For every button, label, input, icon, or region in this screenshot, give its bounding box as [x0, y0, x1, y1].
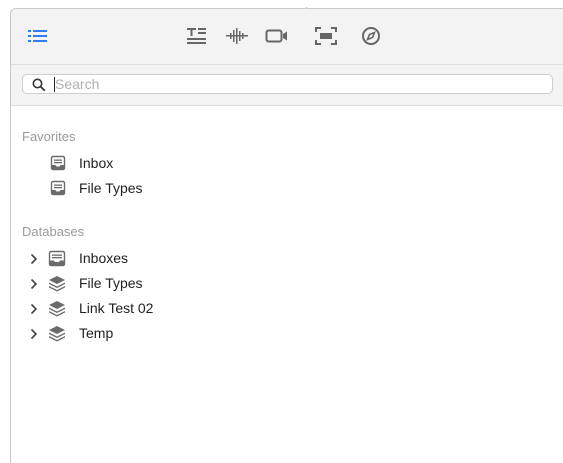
database-item-label: Link Test 02 — [79, 300, 154, 316]
audio-waveform-icon[interactable] — [224, 23, 250, 49]
disclosure-chevron-icon[interactable] — [30, 327, 38, 345]
favorite-item-label: Inbox — [79, 155, 114, 171]
screen-capture-icon[interactable] — [313, 23, 339, 49]
database-item-link-test-02[interactable]: Link Test 02 — [11, 297, 311, 319]
database-item-label: Inboxes — [79, 250, 129, 266]
database-item-file-types[interactable]: File Types — [11, 272, 311, 294]
database-stack-icon — [47, 300, 67, 323]
safari-compass-icon[interactable] — [358, 23, 384, 49]
disclosure-chevron-icon[interactable] — [30, 277, 38, 295]
database-stack-icon — [47, 325, 67, 348]
favorite-item-label: File Types — [79, 180, 143, 196]
inbox-tray-icon — [50, 155, 66, 176]
database-stack-icon — [47, 275, 67, 298]
search-bar — [11, 65, 563, 106]
disclosure-chevron-icon[interactable] — [30, 302, 38, 320]
list-icon[interactable] — [25, 23, 51, 49]
favorite-item-inbox[interactable]: Inbox — [11, 152, 311, 174]
database-item-temp[interactable]: Temp — [11, 322, 311, 344]
video-camera-icon[interactable] — [264, 23, 290, 49]
text-format-icon[interactable] — [184, 23, 210, 49]
favorite-item-file-types[interactable]: File Types — [11, 177, 311, 199]
databases-header: Databases — [22, 224, 85, 239]
inbox-tray-icon — [50, 180, 66, 201]
toolbar — [11, 9, 563, 65]
database-item-label: Temp — [79, 325, 114, 341]
search-field[interactable] — [22, 74, 553, 94]
search-input[interactable] — [55, 76, 535, 92]
database-item-label: File Types — [79, 275, 143, 291]
favorites-header: Favorites — [22, 129, 76, 144]
database-item-inboxes[interactable]: Inboxes — [11, 247, 311, 269]
inbox-tray-icon — [48, 250, 66, 272]
search-icon — [32, 78, 46, 97]
clip-popover: Favorites Inbox File Types Databases — [10, 6, 563, 463]
disclosure-chevron-icon[interactable] — [30, 252, 38, 270]
